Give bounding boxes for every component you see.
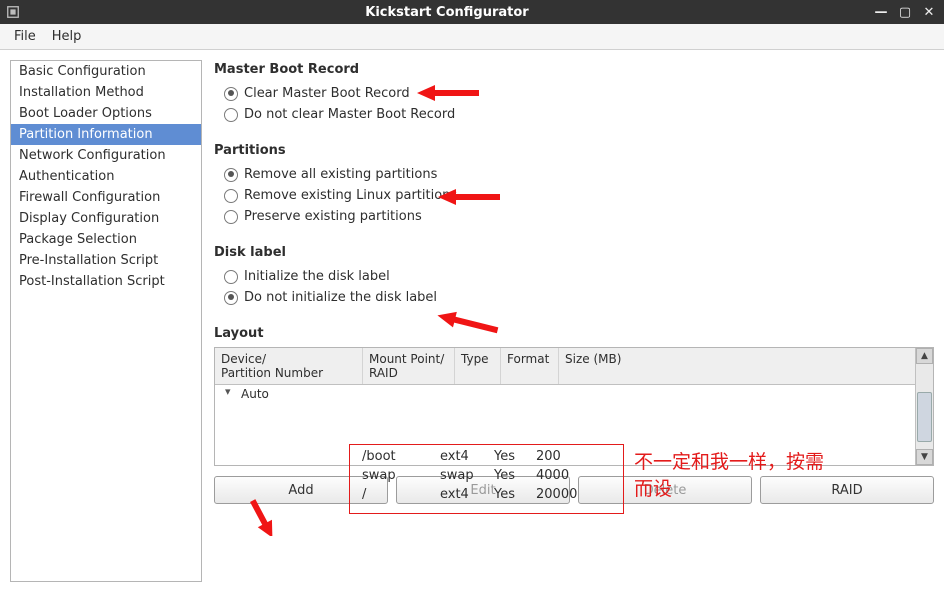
menu-file[interactable]: File bbox=[6, 24, 44, 49]
section-disk-label: Disk label Initialize the disk label Do … bbox=[214, 245, 934, 308]
disklabel-title: Disk label bbox=[214, 245, 934, 260]
radio-icon bbox=[224, 210, 238, 224]
raid-button[interactable]: RAID bbox=[760, 476, 934, 504]
sidebar-item-post-installation-script[interactable]: Post-Installation Script bbox=[11, 271, 201, 292]
radio-label: Remove all existing partitions bbox=[244, 167, 437, 182]
sidebar-item-basic-configuration[interactable]: Basic Configuration bbox=[11, 61, 201, 82]
section-mbr: Master Boot Record Clear Master Boot Rec… bbox=[214, 62, 934, 125]
col-device[interactable]: Device/ Partition Number bbox=[215, 348, 363, 384]
radio-label: Remove existing Linux partitions bbox=[244, 188, 457, 203]
layout-table: Device/ Partition Number Mount Point/ RA… bbox=[214, 347, 934, 466]
sidebar-item-firewall-configuration[interactable]: Firewall Configuration bbox=[11, 187, 201, 208]
app-icon bbox=[6, 5, 20, 19]
add-button[interactable]: Add bbox=[214, 476, 388, 504]
minimize-button[interactable]: — bbox=[872, 3, 890, 21]
content-area: Basic Configuration Installation Method … bbox=[0, 50, 944, 592]
table-row[interactable]: Auto bbox=[215, 385, 933, 403]
layout-title: Layout bbox=[214, 326, 934, 341]
sidebar-item-boot-loader-options[interactable]: Boot Loader Options bbox=[11, 103, 201, 124]
col-format[interactable]: Format bbox=[501, 348, 559, 384]
scroll-up-icon[interactable]: ▲ bbox=[916, 348, 933, 364]
mbr-title: Master Boot Record bbox=[214, 62, 934, 77]
disklabel-option-no-initialize[interactable]: Do not initialize the disk label bbox=[214, 287, 934, 308]
col-type[interactable]: Type bbox=[455, 348, 501, 384]
radio-label: Do not clear Master Boot Record bbox=[244, 107, 455, 122]
disklabel-option-initialize[interactable]: Initialize the disk label bbox=[214, 266, 934, 287]
radio-icon bbox=[224, 168, 238, 182]
close-button[interactable]: ✕ bbox=[920, 3, 938, 21]
radio-icon bbox=[224, 108, 238, 122]
sidebar-item-package-selection[interactable]: Package Selection bbox=[11, 229, 201, 250]
radio-icon bbox=[224, 291, 238, 305]
radio-label: Do not initialize the disk label bbox=[244, 290, 437, 305]
sidebar-item-partition-information[interactable]: Partition Information bbox=[11, 124, 201, 145]
radio-label: Clear Master Boot Record bbox=[244, 86, 410, 101]
delete-button[interactable]: Delete bbox=[578, 476, 752, 504]
sidebar-item-installation-method[interactable]: Installation Method bbox=[11, 82, 201, 103]
radio-label: Initialize the disk label bbox=[244, 269, 390, 284]
sidebar-item-display-configuration[interactable]: Display Configuration bbox=[11, 208, 201, 229]
col-mount[interactable]: Mount Point/ RAID bbox=[363, 348, 455, 384]
radio-label: Preserve existing partitions bbox=[244, 209, 422, 224]
sidebar-item-pre-installation-script[interactable]: Pre-Installation Script bbox=[11, 250, 201, 271]
sidebar: Basic Configuration Installation Method … bbox=[10, 60, 202, 582]
window-title: Kickstart Configurator bbox=[28, 5, 866, 20]
button-row: Add Edit Delete RAID bbox=[214, 476, 934, 504]
scroll-thumb[interactable] bbox=[917, 392, 932, 442]
partitions-option-preserve[interactable]: Preserve existing partitions bbox=[214, 206, 934, 227]
title-bar: Kickstart Configurator — ▢ ✕ bbox=[0, 0, 944, 24]
edit-button[interactable]: Edit bbox=[396, 476, 570, 504]
radio-icon bbox=[224, 270, 238, 284]
mbr-option-no-clear[interactable]: Do not clear Master Boot Record bbox=[214, 104, 934, 125]
scrollbar[interactable]: ▲ ▼ bbox=[915, 348, 933, 465]
col-size[interactable]: Size (MB) bbox=[559, 348, 875, 384]
maximize-button[interactable]: ▢ bbox=[896, 3, 914, 21]
partitions-title: Partitions bbox=[214, 143, 934, 158]
section-partitions: Partitions Remove all existing partition… bbox=[214, 143, 934, 227]
scroll-down-icon[interactable]: ▼ bbox=[916, 449, 933, 465]
menu-help[interactable]: Help bbox=[44, 24, 90, 49]
sidebar-item-network-configuration[interactable]: Network Configuration bbox=[11, 145, 201, 166]
menu-bar: File Help bbox=[0, 24, 944, 50]
sidebar-item-authentication[interactable]: Authentication bbox=[11, 166, 201, 187]
partitions-option-remove-linux[interactable]: Remove existing Linux partitions bbox=[214, 185, 934, 206]
partitions-option-remove-all[interactable]: Remove all existing partitions bbox=[214, 164, 934, 185]
section-layout: Layout Device/ Partition Number Mount Po… bbox=[214, 326, 934, 466]
layout-table-body[interactable]: Auto bbox=[215, 385, 933, 465]
radio-icon bbox=[224, 87, 238, 101]
radio-icon bbox=[224, 189, 238, 203]
layout-table-header: Device/ Partition Number Mount Point/ RA… bbox=[215, 348, 933, 385]
main-panel: Master Boot Record Clear Master Boot Rec… bbox=[214, 60, 934, 582]
mbr-option-clear[interactable]: Clear Master Boot Record bbox=[214, 83, 934, 104]
